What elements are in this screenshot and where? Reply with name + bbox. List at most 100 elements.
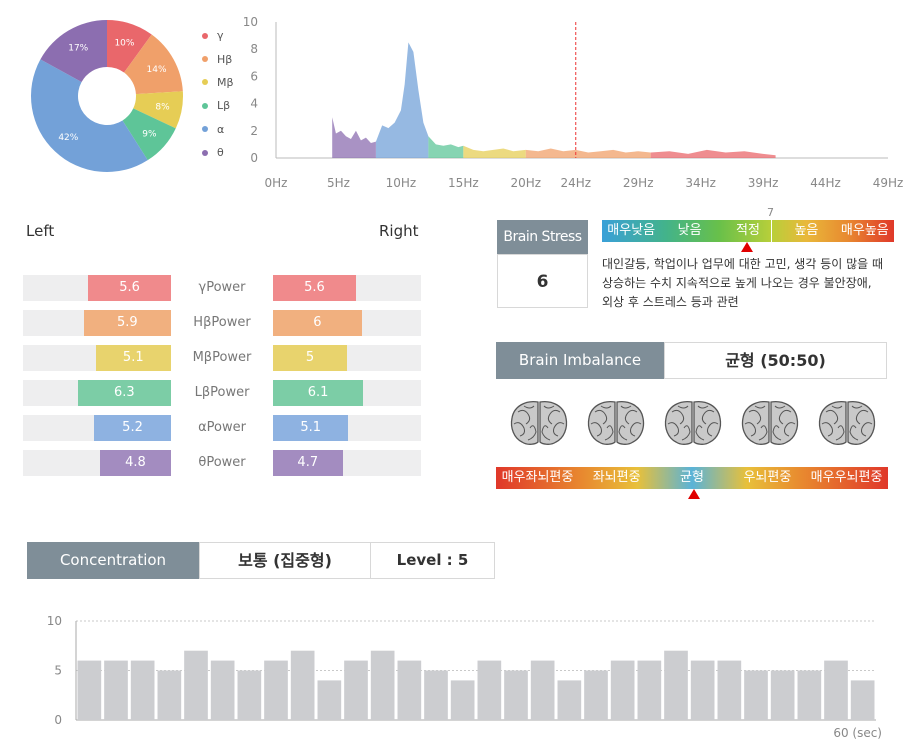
right-power-track: 6 xyxy=(273,310,421,336)
concentration-bar xyxy=(317,680,342,720)
donut-slice-label: 17% xyxy=(68,43,88,53)
brain-icon xyxy=(587,400,645,445)
spectrum-x-tick: 10Hz xyxy=(386,176,417,190)
concentration-bar xyxy=(557,680,582,720)
legend-dot xyxy=(202,56,208,63)
left-power-bar: 5.1 xyxy=(95,345,171,371)
left-power-track: 4.8 xyxy=(23,450,171,476)
right-power-bar: 5.1 xyxy=(273,415,349,441)
right-power-track: 5.6 xyxy=(273,275,421,301)
concentration-bar xyxy=(744,670,768,720)
spectrum-x-tick: 39Hz xyxy=(748,176,779,190)
brain-stress-title: Brain Stress xyxy=(503,229,582,245)
donut-slice-label: 14% xyxy=(147,65,167,75)
spectrum-x-tick: 5Hz xyxy=(327,176,350,190)
brain-icon xyxy=(741,400,799,445)
stress-scale-label: 적정 xyxy=(736,223,760,238)
concentration-bar xyxy=(424,670,448,720)
concentration-footer: 60 (sec) xyxy=(833,726,882,740)
concentration-bar xyxy=(797,670,822,720)
left-power-bar: 5.2 xyxy=(94,415,171,441)
brain-imbalance-title-box: Brain Imbalance xyxy=(496,342,664,379)
concentration-title: Concentration xyxy=(59,551,167,569)
brain-imbalance-title: Brain Imbalance xyxy=(518,351,642,369)
imbalance-scale-label: 매우우뇌편중 xyxy=(810,470,883,485)
concentration-bar xyxy=(290,650,315,720)
concentration-bar xyxy=(210,660,235,720)
legend-dot xyxy=(202,102,208,109)
stress-description-line: 대인갈등, 학업이나 업무에 대한 고민, 생각 등이 많을 때 xyxy=(602,257,884,271)
power-label: HβPower xyxy=(193,315,251,330)
spectrum-y-tick: 8 xyxy=(250,42,258,56)
concentration-bar xyxy=(157,670,182,720)
left-power-bar: 5.9 xyxy=(83,310,171,336)
left-power-track: 6.3 xyxy=(23,380,171,406)
stress-description: 대인갈등, 학업이나 업무에 대한 고민, 생각 등이 많을 때 상승하는 수치… xyxy=(602,255,912,312)
spectrum-x-tick: 24Hz xyxy=(560,176,591,190)
legend-dot xyxy=(202,32,208,39)
concentration-bar xyxy=(77,660,102,720)
legend-label: Mβ xyxy=(217,75,234,89)
stress-description-line: 외상 후 스트레스 등과 관련 xyxy=(602,295,739,309)
stress-scale-label: 매우높음 xyxy=(840,223,889,238)
concentration-bar xyxy=(264,660,288,720)
spectrum-x-tick: 29Hz xyxy=(623,176,654,190)
spectrum-x-tick: 44Hz xyxy=(810,176,841,190)
right-header: Right xyxy=(379,222,419,240)
donut-slice-label: 9% xyxy=(142,129,157,139)
right-power-track: 5 xyxy=(273,345,421,371)
legend-dot xyxy=(202,149,208,156)
imbalance-scale-label: 좌뇌편중 xyxy=(592,470,641,485)
legend-label: γ xyxy=(217,29,224,43)
concentration-bar xyxy=(237,670,262,720)
right-power-track: 4.7 xyxy=(273,450,421,476)
right-power-bar: 6.1 xyxy=(273,380,364,406)
brain-imbalance-value: 균형 (50:50) xyxy=(725,351,826,370)
band-ratio-donut: 10% 14% 8% 9% 42% 17% xyxy=(30,20,184,173)
left-power-bar: 4.8 xyxy=(99,450,171,476)
right-power-track: 5.1 xyxy=(273,415,421,441)
concentration-bar xyxy=(184,650,208,720)
legend-label: θ xyxy=(217,146,224,160)
right-power-bar: 5 xyxy=(273,345,347,371)
power-label: θPower xyxy=(198,455,246,470)
concentration-bar xyxy=(370,650,395,720)
right-power-track: 6.1 xyxy=(273,380,421,406)
donut-slice-label: 42% xyxy=(58,133,78,143)
concentration-bar xyxy=(504,670,528,720)
spectrum-band-area xyxy=(332,117,376,158)
concentration-level-box: Level : 5 xyxy=(370,542,495,579)
concentration-bar xyxy=(637,660,662,720)
concentration-bar xyxy=(477,660,502,720)
left-power-track: 5.2 xyxy=(23,415,171,441)
spectrum-x-tick: 15Hz xyxy=(448,176,479,190)
spectrum-y-tick: 0 xyxy=(250,151,258,165)
spectrum-band-area xyxy=(375,42,429,158)
right-power-bar: 5.6 xyxy=(273,275,356,301)
left-header: Left xyxy=(26,222,55,240)
brain-stress-value-box: 6 xyxy=(497,254,588,308)
power-label: MβPower xyxy=(192,350,252,365)
concentration-title-box: Concentration xyxy=(27,542,199,579)
left-power-track: 5.6 xyxy=(23,275,171,301)
concentration-bar xyxy=(584,670,608,720)
legend-label: Hβ xyxy=(217,52,233,66)
spectrum-x-tick: 34Hz xyxy=(685,176,716,190)
frequency-spectrum-chart: 0 2 4 6 8 10 0Hz 5Hz 10Hz 15Hz 20Hz 24Hz 29Hz 34Hz 39H… xyxy=(243,15,904,190)
spectrum-band-area xyxy=(463,145,526,158)
right-power-bar: 6 xyxy=(273,310,362,336)
brain-stress-title-box: Brain Stress xyxy=(497,220,588,254)
concentration-bar xyxy=(770,670,795,720)
imbalance-scale: 매우좌뇌편중 좌뇌편중 균형 우뇌편중 매우우뇌편중 xyxy=(496,467,888,489)
spectrum-y-tick: 6 xyxy=(250,69,258,83)
legend-label: Lβ xyxy=(217,99,231,113)
brain-stress-value: 6 xyxy=(536,272,549,292)
legend-dot xyxy=(202,126,208,133)
spectrum-band-area xyxy=(650,149,776,158)
stress-marker-triangle xyxy=(741,242,753,252)
spectrum-band-area xyxy=(525,148,651,158)
stress-scale: 매우낮음 낮음 적정 높음 매우높음 xyxy=(602,220,894,242)
stress-scale-label: 높음 xyxy=(794,223,819,238)
concentration-bar xyxy=(344,660,368,720)
stress-scale-label: 매우낮음 xyxy=(607,223,656,238)
